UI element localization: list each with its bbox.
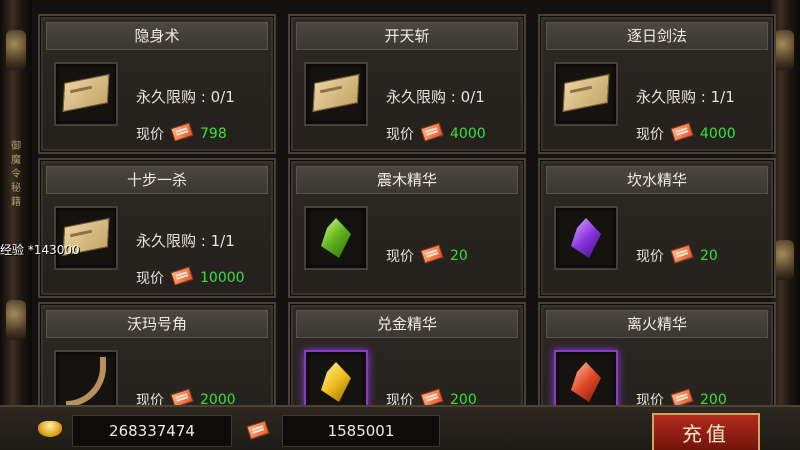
pillar-ornament (774, 240, 794, 280)
left-decorative-pillar: 御 魔 令 秘 籍 (0, 0, 32, 450)
item-name: 沃玛号角 (46, 310, 268, 338)
item-name: 离火精华 (546, 310, 768, 338)
purchase-limit: 永久限购 : 0/1 (386, 88, 485, 106)
item-name: 震木精华 (296, 166, 518, 194)
price-value: 20 (450, 248, 468, 264)
item-name: 隐身术 (46, 22, 268, 50)
price-row: 现价 20 (636, 244, 718, 266)
shop-item-card[interactable]: 隐身术 永久限购 : 0/1 现价 798 (38, 14, 276, 154)
item-name: 逐日剑法 (546, 22, 768, 50)
purchase-limit: 永久限购 : 1/1 (636, 88, 735, 106)
gold-ingot-icon (38, 421, 62, 437)
gold-balance: 268337474 (72, 415, 232, 447)
book-icon (314, 78, 358, 110)
price-row: 现价 10000 (136, 266, 245, 288)
side-runes: 御 魔 令 秘 籍 (11, 141, 21, 208)
shop-item-card[interactable]: 开天斩 永久限购 : 0/1 现价 4000 (288, 14, 526, 154)
price-row: 现价 4000 (386, 122, 486, 144)
shop-item-card[interactable]: 十步一杀 永久限购 : 1/1 现价 10000 (38, 158, 276, 298)
item-name: 开天斩 (296, 22, 518, 50)
item-slot[interactable] (304, 206, 368, 270)
price-value: 20 (700, 248, 718, 264)
item-name: 十步一杀 (46, 166, 268, 194)
price-row: 现价 4000 (636, 122, 736, 144)
price-row: 现价 20 (386, 244, 468, 266)
pillar-ornament (6, 300, 26, 340)
pillar-ornament (774, 30, 794, 70)
item-slot[interactable] (304, 62, 368, 126)
price-value: 4000 (700, 126, 736, 142)
coupon-icon (670, 244, 694, 264)
price-row: 现价 798 (136, 122, 227, 144)
purchase-limit: 永久限购 : 0/1 (136, 88, 235, 106)
item-name: 坎水精华 (546, 166, 768, 194)
item-slot[interactable] (54, 206, 118, 270)
book-icon (64, 78, 108, 110)
item-slot[interactable] (554, 62, 618, 126)
wallet-bar: 268337474 1585001 充值 (0, 405, 800, 450)
purchase-limit: 永久限购 : 1/1 (136, 232, 235, 250)
coupon-balance: 1585001 (282, 415, 440, 447)
coupon-icon (246, 420, 270, 440)
shop-grid: 隐身术 永久限购 : 0/1 现价 798 开天斩 永久限购 : 0/1 现价 40… (32, 0, 776, 442)
item-slot[interactable] (554, 206, 618, 270)
purple-crystal-icon (571, 218, 601, 258)
item-name: 兑金精华 (296, 310, 518, 338)
shop-item-card[interactable]: 坎水精华 现价 20 (538, 158, 776, 298)
price-value: 798 (200, 126, 227, 142)
exp-gain-popup: 经验 *143000 (0, 243, 80, 257)
recharge-button[interactable]: 充值 (652, 413, 760, 450)
item-slot[interactable] (54, 62, 118, 126)
gold-crystal-icon (321, 362, 351, 402)
book-icon (564, 78, 608, 110)
coupon-icon (420, 244, 444, 264)
coupon-icon (170, 266, 194, 286)
coupon-icon (170, 122, 194, 142)
horn-icon (66, 357, 106, 407)
green-crystal-icon (321, 218, 351, 258)
coupon-icon (420, 122, 444, 142)
coupon-icon (670, 122, 694, 142)
red-crystal-icon (571, 362, 601, 402)
pillar-ornament (6, 30, 26, 70)
price-value: 10000 (200, 270, 245, 286)
shop-item-card[interactable]: 震木精华 现价 20 (288, 158, 526, 298)
shop-item-card[interactable]: 逐日剑法 永久限购 : 1/1 现价 4000 (538, 14, 776, 154)
price-value: 4000 (450, 126, 486, 142)
